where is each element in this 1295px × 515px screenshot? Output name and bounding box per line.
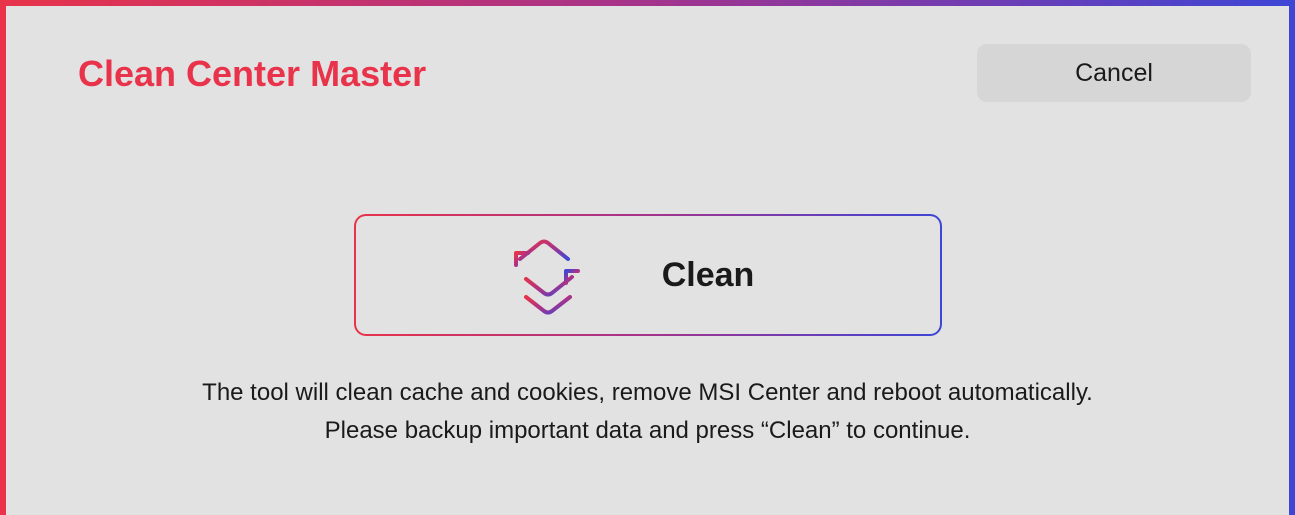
sync-arrows-icon bbox=[513, 239, 580, 315]
app-title: Clean Center Master bbox=[78, 53, 427, 94]
description-line-1: The tool will clean cache and cookies, r… bbox=[202, 379, 1093, 406]
app-window: Clean Center Master Cancel Clean The too… bbox=[0, 0, 1295, 515]
clean-button-label: Clean bbox=[661, 255, 755, 294]
cancel-button[interactable]: Cancel bbox=[977, 44, 1251, 102]
window-content: Clean Center Master Cancel Clean The too… bbox=[6, 6, 1289, 515]
clean-button-body: Clean bbox=[356, 216, 940, 334]
description-line-2: Please backup important data and press “… bbox=[324, 417, 971, 444]
clean-button[interactable]: Clean bbox=[354, 214, 942, 336]
description-text: The tool will clean cache and cookies, r… bbox=[6, 374, 1289, 450]
